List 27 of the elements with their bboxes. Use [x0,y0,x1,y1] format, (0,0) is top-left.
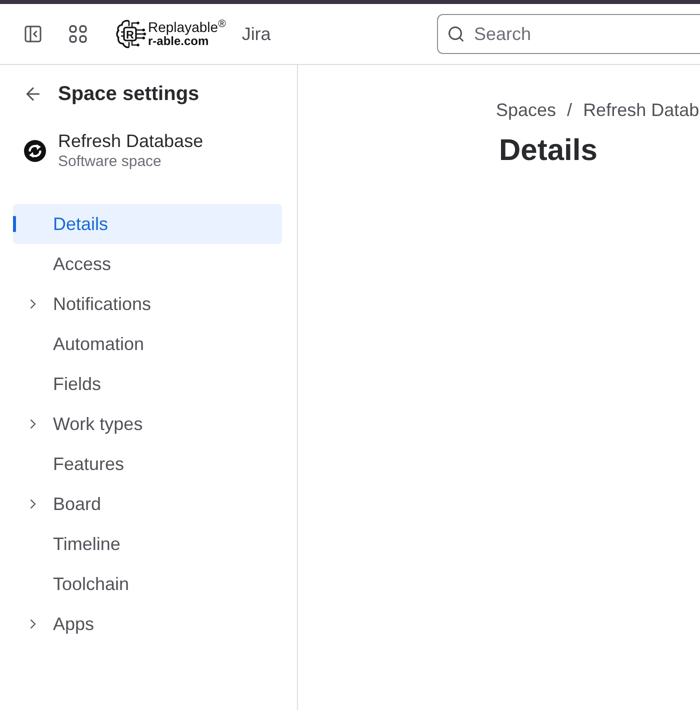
app-grid-icon [68,24,88,44]
sidebar-nav-item[interactable]: Apps [13,604,282,644]
sidebar-nav-item[interactable]: Details [13,204,282,244]
selected-indicator [13,216,16,232]
breadcrumb-link[interactable]: Spaces [496,96,556,124]
breadcrumb-link[interactable]: Refresh Datab [583,96,700,124]
logo-domain: r-able.com [148,34,209,48]
sidebar-nav-item[interactable]: Fields [13,364,282,404]
sidebar-nav-item[interactable]: Notifications [13,284,282,324]
space-name: Refresh Database [58,130,204,152]
sidebar-panel-icon [23,24,43,44]
product-name[interactable]: Jira [242,20,271,48]
sidebar-nav-item[interactable]: Timeline [13,524,282,564]
refresh-arrows-icon [24,140,46,162]
sidebar-nav-item[interactable]: Automation [13,324,282,364]
search-field[interactable]: Search [437,14,700,54]
page-heading: Details [499,133,598,169]
sidebar-nav-item[interactable]: Access [13,244,282,284]
sidebar-nav-item[interactable]: Toolchain [13,564,282,604]
logo-name: Replayable$^{®}$ [148,20,226,34]
space-type: Software space [58,152,162,172]
sidebar-nav-item[interactable]: Board [13,484,282,524]
sidebar-nav-item[interactable]: Features [13,444,282,484]
search-icon [447,25,465,43]
sidebar-nav-item[interactable]: Work types [13,404,282,444]
breadcrumb-separator: / [567,98,572,122]
sidebar-title: Space settings [58,82,200,107]
